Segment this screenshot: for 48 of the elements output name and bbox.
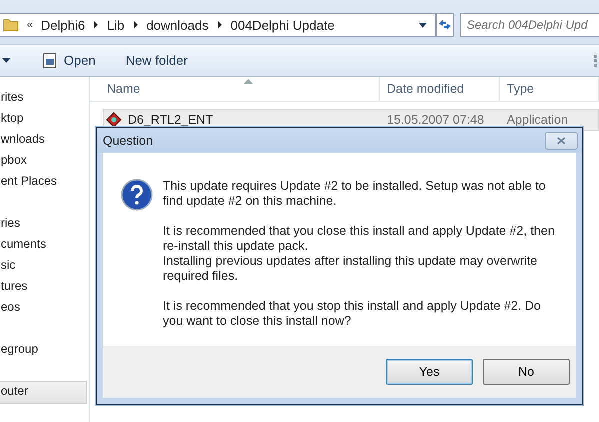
question-icon [121, 179, 153, 211]
message-text: This update requires Update #2 to be installed. Setup was not able to find update #2 on this machine. [163, 179, 547, 209]
message-text: It is recommended that you stop this install and apply Update #2. Do you want to close this install now? [163, 299, 542, 329]
dropdown-caret-icon[interactable] [419, 22, 427, 28]
nav-item[interactable]: sic [0, 255, 89, 276]
message-text: It is recommended that you close this install and apply Update #2, then re-install this update pack. [163, 224, 556, 254]
file-name: D6_RTL2_ENT [128, 113, 214, 127]
caret-icon[interactable] [2, 58, 11, 63]
folder-icon [3, 17, 19, 33]
column-header[interactable]: Name [90, 77, 380, 101]
close-button[interactable] [545, 132, 578, 150]
refresh-arrows-icon [437, 18, 453, 32]
nav-item[interactable]: ent Places [0, 171, 89, 192]
column-header[interactable]: Type [500, 77, 599, 101]
breadcrumb[interactable]: downloads [146, 18, 209, 32]
table-cell-text: Application [506, 113, 570, 127]
nav-item[interactable]: pbox [0, 150, 89, 171]
breadcrumb-arrow-icon[interactable] [216, 21, 223, 29]
dialog-title: Question [103, 134, 154, 148]
nav-item[interactable]: egroup [0, 339, 89, 360]
breadcrumb[interactable]: Delphi6 [41, 18, 86, 32]
breadcrumb[interactable]: Lib [107, 18, 125, 32]
new-folder-button[interactable]: New folder [126, 53, 188, 68]
dialog-button[interactable]: Yes [386, 359, 473, 385]
sort-caret-icon [244, 79, 253, 84]
breadcrumb-arrow-icon[interactable] [132, 21, 139, 29]
close-icon [557, 136, 566, 144]
nav-item[interactable]: tures [0, 276, 89, 297]
table-cell-text: 15.05.2007 07:48 [386, 113, 486, 127]
grip-icon[interactable] [594, 54, 597, 66]
address-bar[interactable]: « Delphi6 Lib downloads 004Delphi Update [0, 13, 436, 37]
column-header[interactable]: Date modified [380, 77, 500, 101]
nav-item[interactable]: eos [0, 297, 89, 318]
dialog-button[interactable]: No [483, 359, 570, 385]
window-icon [42, 52, 58, 68]
open-button[interactable]: Open [42, 52, 96, 68]
nav-item[interactable]: outer [0, 381, 87, 404]
nav-item[interactable]: wnloads [0, 129, 89, 150]
search-field[interactable]: Search 004Delphi Upd [460, 13, 599, 37]
refresh-button[interactable] [436, 13, 454, 37]
breadcrumb-arrow-icon[interactable] [93, 21, 100, 29]
nav-item[interactable]: rites [0, 87, 89, 108]
overflow-chevron[interactable]: « [27, 19, 34, 31]
message-text: Installing previous updates after installing this update may overwrite required files. [163, 254, 539, 284]
nav-item[interactable]: ktop [0, 108, 89, 129]
nav-item[interactable]: ries [0, 213, 89, 234]
nav-item[interactable]: cuments [0, 234, 89, 255]
breadcrumb[interactable]: 004Delphi Update [230, 18, 335, 32]
